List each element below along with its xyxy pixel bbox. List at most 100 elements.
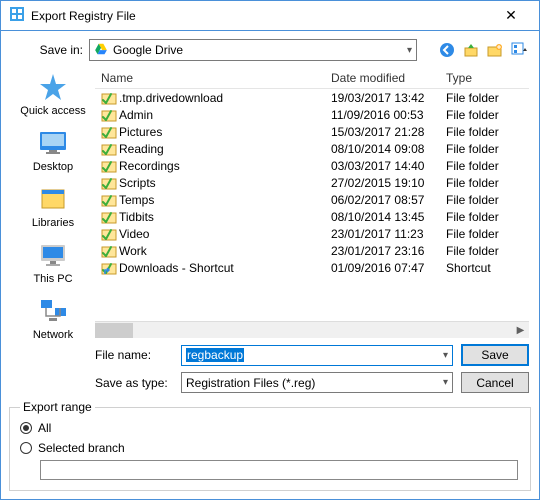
chevron-down-icon: ▾: [443, 350, 448, 361]
sidebar-quick-access[interactable]: Quick access: [20, 71, 85, 117]
sidebar-network[interactable]: Network: [33, 295, 73, 341]
desktop-icon: [35, 127, 71, 159]
scroll-thumb[interactable]: [95, 323, 133, 338]
nav-icons: [437, 40, 529, 60]
folder-icon: [101, 209, 119, 225]
radio-selected-branch[interactable]: Selected branch: [20, 438, 520, 458]
file-row[interactable]: Reading08/10/2014 09:08File folder: [101, 140, 529, 157]
file-type: File folder: [446, 91, 529, 105]
file-date: 08/10/2014 13:45: [331, 210, 446, 224]
file-row[interactable]: .tmp.drivedownload19/03/2017 13:42File f…: [101, 89, 529, 106]
registry-icon: [9, 6, 25, 25]
export-range-group: Export range All Selected branch: [9, 407, 531, 491]
quick-access-icon: [35, 71, 71, 103]
file-type: File folder: [446, 193, 529, 207]
savein-value: Google Drive: [113, 43, 183, 57]
file-type: Shortcut: [446, 261, 529, 275]
file-name: Reading: [119, 142, 331, 156]
savein-row: Save in: Google Drive ▾: [1, 31, 539, 65]
file-row[interactable]: Temps06/02/2017 08:57File folder: [101, 191, 529, 208]
savein-combo[interactable]: Google Drive ▾: [89, 39, 417, 61]
sidebar-this-pc[interactable]: This PC: [33, 239, 72, 285]
new-folder-icon[interactable]: [485, 40, 505, 60]
form-rows: File name: regbackup ▾ Save Save as type…: [1, 338, 539, 405]
radio-selected-label: Selected branch: [38, 441, 125, 455]
cancel-button[interactable]: Cancel: [461, 372, 529, 393]
column-headers: Name Date modified Type: [95, 67, 529, 89]
file-row[interactable]: Recordings03/03/2017 14:40File folder: [101, 157, 529, 174]
savein-label: Save in:: [11, 43, 83, 57]
savetype-combo[interactable]: Registration Files (*.reg) ▾: [181, 372, 453, 393]
file-type: File folder: [446, 210, 529, 224]
file-row[interactable]: Tidbits08/10/2014 13:45File folder: [101, 208, 529, 225]
folder-icon: [101, 226, 119, 242]
file-name: Work: [119, 244, 331, 258]
col-date[interactable]: Date modified: [331, 71, 446, 85]
file-row[interactable]: Scripts27/02/2015 19:10File folder: [101, 174, 529, 191]
file-date: 01/09/2016 07:47: [331, 261, 446, 275]
folder-icon: [101, 243, 119, 259]
radio-all-label: All: [38, 421, 51, 435]
save-button[interactable]: Save: [461, 344, 529, 366]
savetype-value: Registration Files (*.reg): [186, 376, 315, 390]
folder-icon: [101, 192, 119, 208]
file-name: Video: [119, 227, 331, 241]
this-pc-icon: [35, 239, 71, 271]
file-area: Name Date modified Type .tmp.drivedownlo…: [95, 67, 529, 338]
file-row[interactable]: Admin11/09/2016 00:53File folder: [101, 106, 529, 123]
file-date: 11/09/2016 00:53: [331, 108, 446, 122]
chevron-down-icon: ▾: [407, 45, 412, 56]
folder-icon: [101, 141, 119, 157]
savetype-label: Save as type:: [95, 376, 173, 390]
file-row[interactable]: Video23/01/2017 11:23File folder: [101, 225, 529, 242]
file-name: .tmp.drivedownload: [119, 91, 331, 105]
file-name: Admin: [119, 108, 331, 122]
filename-input[interactable]: regbackup ▾: [181, 345, 453, 366]
file-name: Tidbits: [119, 210, 331, 224]
file-date: 23/01/2017 11:23: [331, 227, 446, 241]
sidebar-label: Libraries: [32, 217, 74, 229]
file-name: Pictures: [119, 125, 331, 139]
file-date: 23/01/2017 23:16: [331, 244, 446, 258]
file-row[interactable]: Downloads - Shortcut01/09/2016 07:47Shor…: [101, 259, 529, 276]
file-type: File folder: [446, 159, 529, 173]
sidebar-desktop[interactable]: Desktop: [33, 127, 73, 173]
titlebar: Export Registry File ✕: [1, 1, 539, 31]
file-date: 27/02/2015 19:10: [331, 176, 446, 190]
file-name: Scripts: [119, 176, 331, 190]
body: Quick access Desktop Libraries This PC N…: [1, 65, 539, 338]
file-row[interactable]: Pictures15/03/2017 21:28File folder: [101, 123, 529, 140]
file-date: 08/10/2014 09:08: [331, 142, 446, 156]
view-menu-icon[interactable]: [509, 40, 529, 60]
file-row[interactable]: Work23/01/2017 23:16File folder: [101, 242, 529, 259]
file-list[interactable]: .tmp.drivedownload19/03/2017 13:42File f…: [95, 89, 529, 317]
shortcut-icon: [101, 260, 119, 276]
up-one-level-icon[interactable]: [461, 40, 481, 60]
col-name[interactable]: Name: [101, 71, 331, 85]
file-type: File folder: [446, 142, 529, 156]
export-registry-dialog: Export Registry File ✕ Save in: Google D…: [0, 0, 540, 500]
horizontal-scrollbar[interactable]: ◀ ▶: [95, 321, 529, 338]
places-sidebar: Quick access Desktop Libraries This PC N…: [11, 67, 95, 338]
file-type: File folder: [446, 108, 529, 122]
scroll-right-icon[interactable]: ▶: [512, 322, 529, 339]
sidebar-label: Quick access: [20, 105, 85, 117]
branch-input[interactable]: [40, 460, 518, 480]
chevron-down-icon: ▾: [443, 377, 448, 388]
col-type[interactable]: Type: [446, 71, 529, 85]
file-type: File folder: [446, 227, 529, 241]
folder-icon: [101, 175, 119, 191]
radio-all[interactable]: All: [20, 418, 520, 438]
back-icon[interactable]: [437, 40, 457, 60]
libraries-icon: [35, 183, 71, 215]
sidebar-libraries[interactable]: Libraries: [32, 183, 74, 229]
file-name: Downloads - Shortcut: [119, 261, 331, 275]
file-type: File folder: [446, 244, 529, 258]
file-date: 19/03/2017 13:42: [331, 91, 446, 105]
close-button[interactable]: ✕: [491, 2, 531, 30]
file-name: Temps: [119, 193, 331, 207]
file-date: 15/03/2017 21:28: [331, 125, 446, 139]
radio-icon: [20, 442, 32, 454]
file-type: File folder: [446, 176, 529, 190]
filename-label: File name:: [95, 348, 173, 362]
